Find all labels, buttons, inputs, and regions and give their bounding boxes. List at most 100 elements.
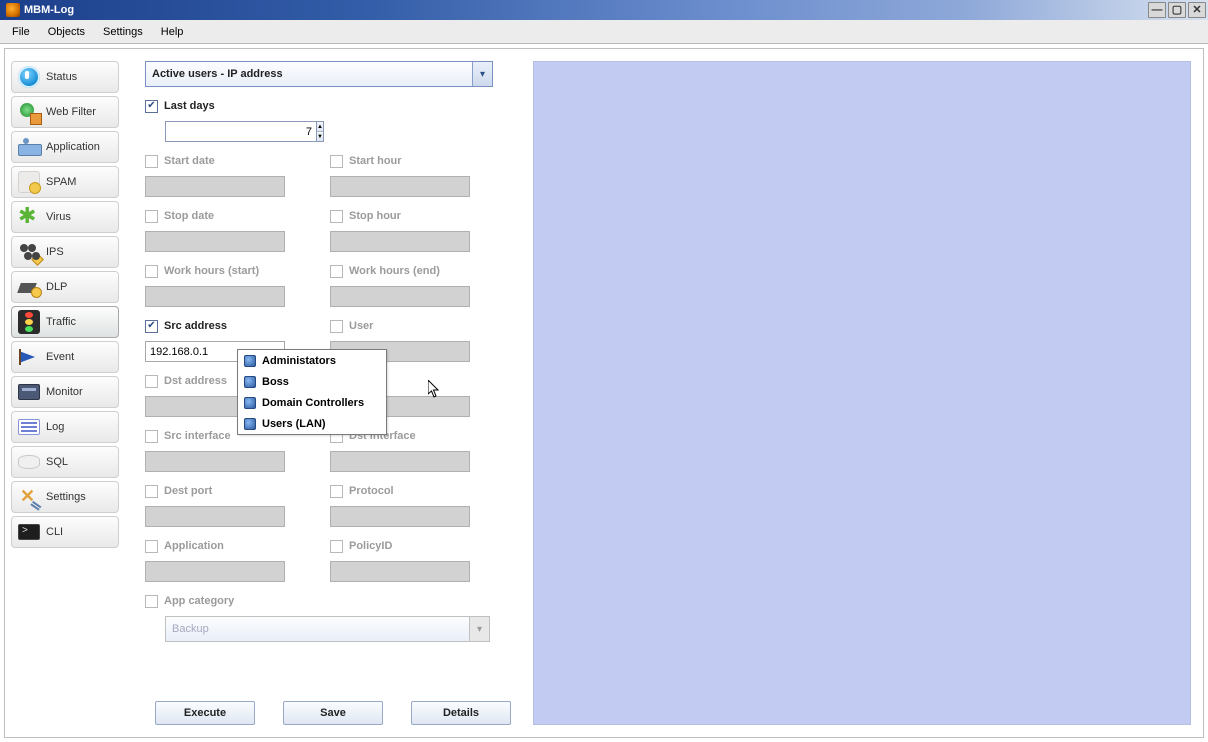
menu-help[interactable]: Help bbox=[153, 22, 194, 42]
spinner-buttons[interactable]: ▲▼ bbox=[317, 121, 324, 142]
group-option[interactable]: Boss bbox=[238, 371, 386, 392]
protocol-checkbox[interactable] bbox=[330, 485, 343, 498]
group-option[interactable]: Administators bbox=[238, 350, 386, 371]
stop-hour-input bbox=[330, 231, 470, 252]
report-type-combo[interactable]: Active users - IP address bbox=[145, 61, 493, 87]
workspace: Status Web Filter Application SPAM Virus… bbox=[0, 44, 1208, 742]
dropdown-icon[interactable] bbox=[472, 62, 492, 86]
maximize-button[interactable]: ▢ bbox=[1168, 2, 1186, 18]
stop-date-checkbox[interactable] bbox=[145, 210, 158, 223]
event-icon bbox=[15, 344, 43, 370]
dst-address-label: Dst address bbox=[164, 375, 227, 387]
sidebar-item-label: Monitor bbox=[46, 386, 83, 398]
log-icon bbox=[15, 414, 43, 440]
app-category-combo: Backup bbox=[165, 616, 490, 642]
sidebar-item-event[interactable]: Event bbox=[11, 341, 119, 373]
sidebar-item-label: SQL bbox=[46, 456, 68, 468]
sidebar-item-sql[interactable]: SQL bbox=[11, 446, 119, 478]
dst-address-checkbox[interactable] bbox=[145, 375, 158, 388]
save-button[interactable]: Save bbox=[283, 701, 383, 725]
work-hours-start-input bbox=[145, 286, 285, 307]
sidebar-item-label: CLI bbox=[46, 526, 63, 538]
work-hours-end-input bbox=[330, 286, 470, 307]
application-input bbox=[145, 561, 285, 582]
sidebar-item-application[interactable]: Application bbox=[11, 131, 119, 163]
spam-icon bbox=[15, 169, 43, 195]
work-hours-end-label: Work hours (end) bbox=[349, 265, 440, 277]
user-checkbox[interactable] bbox=[330, 320, 343, 333]
group-icon bbox=[244, 397, 256, 409]
sidebar-item-webfilter[interactable]: Web Filter bbox=[11, 96, 119, 128]
window-title: MBM-Log bbox=[24, 4, 74, 16]
start-date-checkbox[interactable] bbox=[145, 155, 158, 168]
start-date-row: Start date bbox=[145, 152, 330, 170]
sidebar-item-virus[interactable]: Virus bbox=[11, 201, 119, 233]
last-days-input[interactable] bbox=[165, 121, 317, 142]
sidebar-item-monitor[interactable]: Monitor bbox=[11, 376, 119, 408]
sidebar-item-ips[interactable]: IPS bbox=[11, 236, 119, 268]
menu-settings[interactable]: Settings bbox=[95, 22, 153, 42]
dlp-icon bbox=[15, 274, 43, 300]
last-days-checkbox[interactable] bbox=[145, 100, 158, 113]
application-checkbox[interactable] bbox=[145, 540, 158, 553]
button-row: Execute Save Details bbox=[145, 671, 515, 725]
sidebar-item-cli[interactable]: CLI bbox=[11, 516, 119, 548]
start-hour-checkbox[interactable] bbox=[330, 155, 343, 168]
group-option-label: Boss bbox=[262, 376, 289, 388]
settings-icon bbox=[15, 484, 43, 510]
src-address-label: Src address bbox=[164, 320, 227, 332]
src-interface-input bbox=[145, 451, 285, 472]
webfilter-icon bbox=[15, 99, 43, 125]
app-category-checkbox[interactable] bbox=[145, 595, 158, 608]
group-dropdown-popup: Administators Boss Domain Controllers Us… bbox=[237, 349, 387, 435]
traffic-icon bbox=[15, 309, 43, 335]
application-icon bbox=[15, 134, 43, 160]
policyid-checkbox[interactable] bbox=[330, 540, 343, 553]
group-option-label: Users (LAN) bbox=[262, 418, 326, 430]
sidebar-item-label: Web Filter bbox=[46, 106, 96, 118]
policyid-input bbox=[330, 561, 470, 582]
menu-file[interactable]: File bbox=[4, 22, 40, 42]
sidebar-item-log[interactable]: Log bbox=[11, 411, 119, 443]
group-icon bbox=[244, 418, 256, 430]
group-option[interactable]: Domain Controllers bbox=[238, 392, 386, 413]
dest-port-checkbox[interactable] bbox=[145, 485, 158, 498]
sidebar-item-settings[interactable]: Settings bbox=[11, 481, 119, 513]
src-address-checkbox[interactable] bbox=[145, 320, 158, 333]
sql-icon bbox=[15, 449, 43, 475]
content-frame: Status Web Filter Application SPAM Virus… bbox=[4, 48, 1204, 738]
group-option[interactable]: Users (LAN) bbox=[238, 413, 386, 434]
sidebar-item-traffic[interactable]: Traffic bbox=[11, 306, 119, 338]
sidebar-item-dlp[interactable]: DLP bbox=[11, 271, 119, 303]
minimize-button[interactable]: — bbox=[1148, 2, 1166, 18]
work-hours-start-label: Work hours (start) bbox=[164, 265, 259, 277]
sidebar-item-spam[interactable]: SPAM bbox=[11, 166, 119, 198]
sidebar: Status Web Filter Application SPAM Virus… bbox=[5, 49, 125, 737]
sidebar-item-status[interactable]: Status bbox=[11, 61, 119, 93]
app-category-value: Backup bbox=[166, 617, 469, 641]
app-icon bbox=[6, 3, 20, 17]
report-type-value: Active users - IP address bbox=[146, 62, 472, 86]
preview-panel bbox=[533, 61, 1191, 725]
src-interface-checkbox[interactable] bbox=[145, 430, 158, 443]
work-hours-start-checkbox[interactable] bbox=[145, 265, 158, 278]
work-hours-end-checkbox[interactable] bbox=[330, 265, 343, 278]
last-days-row: Last days bbox=[145, 97, 330, 115]
titlebar: MBM-Log — ▢ ✕ bbox=[0, 0, 1208, 20]
protocol-label: Protocol bbox=[349, 485, 394, 497]
sidebar-item-label: Settings bbox=[46, 491, 86, 503]
menu-objects[interactable]: Objects bbox=[40, 22, 95, 42]
start-hour-input bbox=[330, 176, 470, 197]
details-button[interactable]: Details bbox=[411, 701, 511, 725]
execute-button[interactable]: Execute bbox=[155, 701, 255, 725]
sidebar-item-label: Traffic bbox=[46, 316, 76, 328]
sidebar-item-label: IPS bbox=[46, 246, 64, 258]
last-days-spinner[interactable]: ▲▼ bbox=[165, 121, 300, 142]
close-button[interactable]: ✕ bbox=[1188, 2, 1206, 18]
monitor-icon bbox=[15, 379, 43, 405]
spinner-down-icon[interactable]: ▼ bbox=[317, 132, 323, 141]
stop-hour-checkbox[interactable] bbox=[330, 210, 343, 223]
spinner-up-icon[interactable]: ▲ bbox=[317, 122, 323, 132]
window-buttons: — ▢ ✕ bbox=[1146, 2, 1206, 18]
dropdown-icon bbox=[469, 617, 489, 641]
